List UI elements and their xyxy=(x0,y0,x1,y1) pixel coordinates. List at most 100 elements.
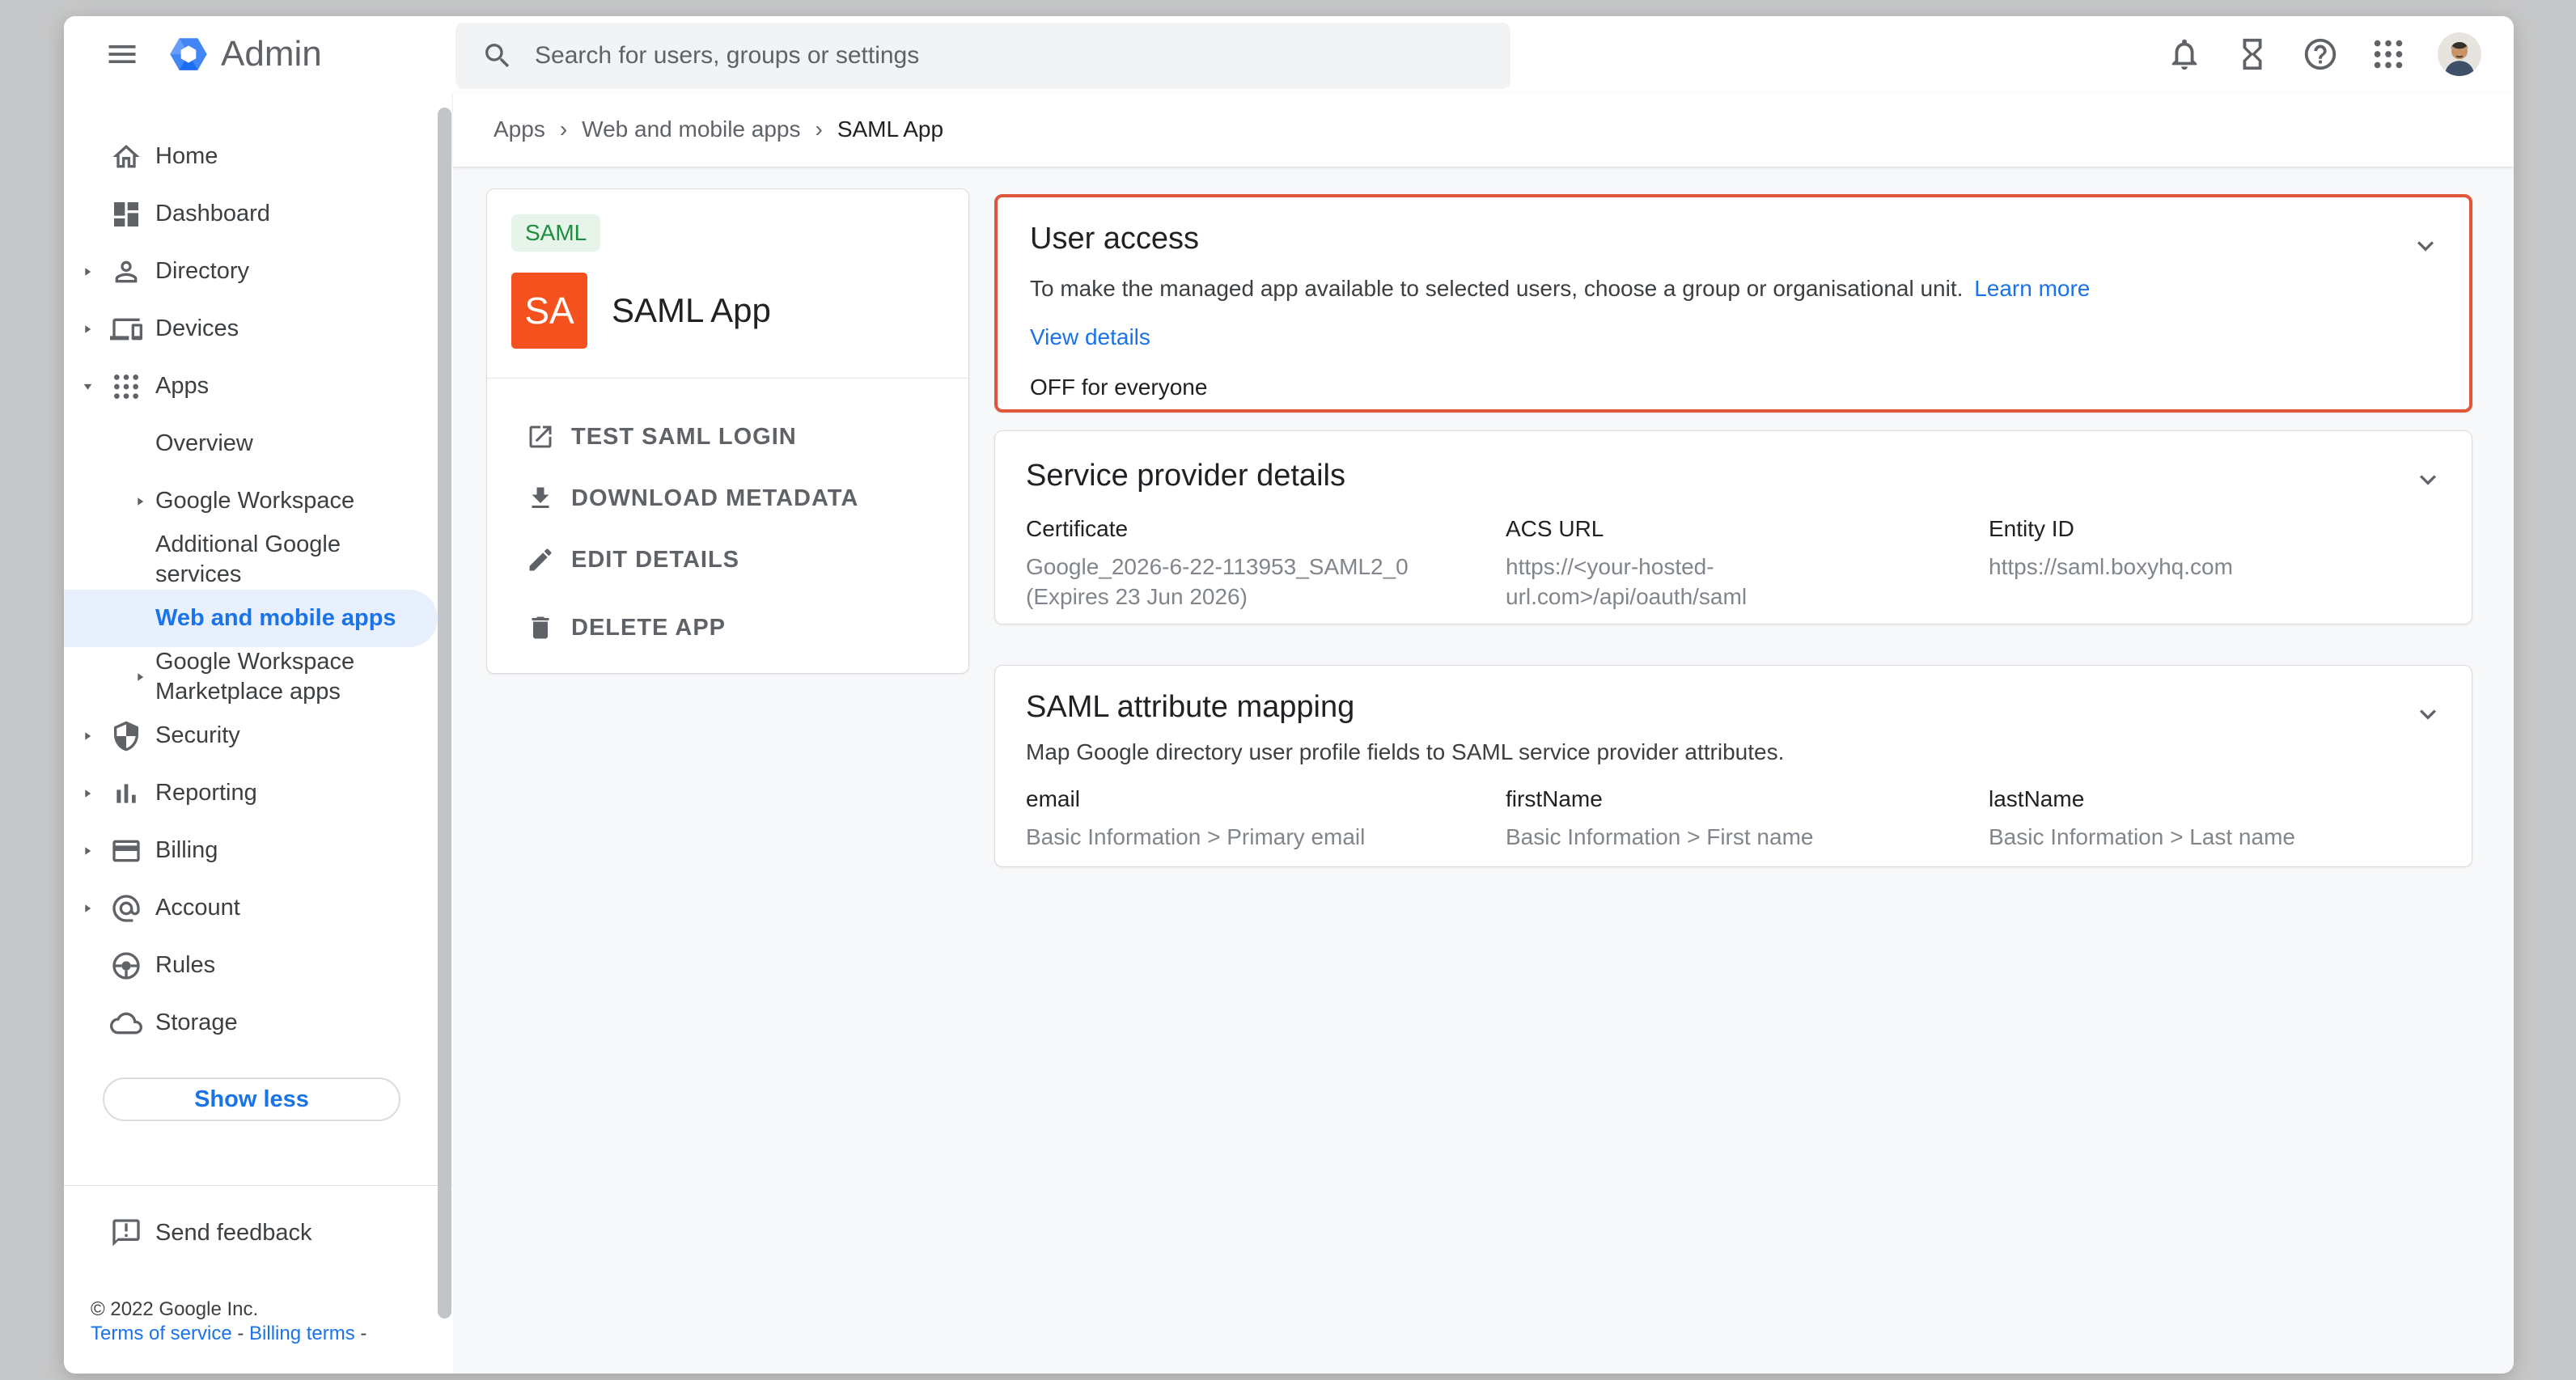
sidebar-item-directory[interactable]: Directory xyxy=(64,243,453,300)
sidebar-item-security[interactable]: Security xyxy=(64,707,453,764)
field-value: Basic Information > Primary email xyxy=(1026,822,1506,852)
reporting-icon xyxy=(110,777,142,810)
expand-attribute-mapping-button[interactable] xyxy=(2412,698,2444,730)
sidebar-divider xyxy=(64,1185,453,1186)
breadcrumb-item-web-and-mobile-apps[interactable]: Web and mobile apps xyxy=(582,116,800,142)
field-value: url.com>/api/oauth/saml xyxy=(1506,582,1989,612)
expand-arrow-icon[interactable] xyxy=(81,322,95,336)
security-icon xyxy=(110,720,142,752)
field-entity-id: Entity ID https://saml.boxyhq.com xyxy=(1989,516,2441,612)
sidebar-item-label: Home xyxy=(155,142,218,171)
sidebar-item-google-workspace-marketplace-apps[interactable]: Google Workspace Marketplace apps xyxy=(64,647,453,707)
collapse-arrow-icon[interactable] xyxy=(81,379,95,393)
notifications-icon[interactable] xyxy=(2166,36,2203,73)
sidebar-item-billing[interactable]: Billing xyxy=(64,822,453,879)
action-label: DELETE APP xyxy=(571,615,726,641)
footer-links: Terms of service - Billing terms - xyxy=(91,1322,453,1346)
apps-icon xyxy=(110,370,142,403)
delete-app-button[interactable]: DELETE APP xyxy=(487,597,968,658)
action-label: DOWNLOAD METADATA xyxy=(571,485,858,512)
sidebar-item-devices[interactable]: Devices xyxy=(64,300,453,358)
search-icon xyxy=(481,40,514,72)
action-label: TEST SAML LOGIN xyxy=(571,424,797,451)
sidebar-item-label: Additional Google services xyxy=(155,530,424,590)
main-content: Apps›Web and mobile apps›SAML App SAML S… xyxy=(453,92,2514,1374)
expand-arrow-icon[interactable] xyxy=(81,729,95,743)
expand-arrow-icon[interactable] xyxy=(133,671,147,684)
test-saml-login-button[interactable]: TEST SAML LOGIN xyxy=(487,406,968,468)
sidebar-item-dashboard[interactable]: Dashboard xyxy=(64,185,453,243)
sidebar-item-overview[interactable]: Overview xyxy=(64,415,453,472)
terms-of-service-link[interactable]: Terms of service xyxy=(91,1323,232,1344)
billing-terms-link[interactable]: Billing terms xyxy=(249,1323,355,1344)
sidebar-item-additional-google-services[interactable]: Additional Google services xyxy=(64,530,453,590)
field-label: Entity ID xyxy=(1989,516,2441,542)
sidebar-item-reporting[interactable]: Reporting xyxy=(64,764,453,822)
sidebar-item-label: Overview xyxy=(155,429,253,459)
chevron-down-icon xyxy=(2420,709,2436,719)
field-label: email xyxy=(1026,786,1506,812)
service-provider-card: Service provider details CertificateGoog… xyxy=(994,430,2472,624)
help-icon[interactable] xyxy=(2302,36,2339,73)
sidebar-item-label: Storage xyxy=(155,1008,238,1038)
field-value: https://saml.boxyhq.com xyxy=(1989,552,2441,582)
delete-icon xyxy=(526,613,555,642)
breadcrumb-separator: › xyxy=(815,116,822,142)
view-details-link[interactable]: View details xyxy=(1030,324,1150,349)
expand-arrow-icon[interactable] xyxy=(81,844,95,857)
sidebar-item-label: Dashboard xyxy=(155,199,270,229)
sidebar-item-web-and-mobile-apps[interactable]: Web and mobile apps xyxy=(64,590,438,647)
sidebar-item-apps[interactable]: Apps xyxy=(64,358,453,415)
app-title: SAML App xyxy=(612,291,771,330)
sidebar-item-rules[interactable]: Rules xyxy=(64,937,453,994)
admin-logo[interactable]: Admin xyxy=(167,16,322,92)
feedback-icon xyxy=(110,1217,142,1249)
expand-service-provider-button[interactable] xyxy=(2412,464,2444,496)
breadcrumb-item-apps[interactable]: Apps xyxy=(494,116,545,142)
download-metadata-button[interactable]: DOWNLOAD METADATA xyxy=(487,468,968,529)
search-input[interactable] xyxy=(535,42,1510,70)
sidebar-item-label: Directory xyxy=(155,256,249,286)
sidebar-item-home[interactable]: Home xyxy=(64,128,453,185)
pending-tasks-icon[interactable] xyxy=(2234,36,2271,73)
account-avatar[interactable] xyxy=(2438,32,2481,76)
expand-arrow-icon[interactable] xyxy=(81,265,95,278)
dashboard-icon xyxy=(110,198,142,231)
app-avatar: SA xyxy=(511,273,587,349)
field-label: lastName xyxy=(1989,786,2441,812)
show-less-button[interactable]: Show less xyxy=(103,1077,400,1121)
expand-user-access-button[interactable] xyxy=(2409,230,2442,262)
sidebar-scrollbar[interactable] xyxy=(438,108,451,1319)
account-icon xyxy=(110,892,142,925)
apps-grid-icon[interactable] xyxy=(2370,36,2407,73)
field-value: Basic Information > First name xyxy=(1506,822,1989,852)
expand-arrow-icon[interactable] xyxy=(133,494,147,508)
header-actions xyxy=(2166,16,2481,92)
saml-badge: SAML xyxy=(511,214,600,252)
field-label: ACS URL xyxy=(1506,516,1989,542)
send-feedback-button[interactable]: Send feedback xyxy=(64,1204,453,1262)
menu-icon[interactable] xyxy=(104,36,140,72)
sidebar-item-label: Billing xyxy=(155,836,218,866)
sidebar-item-account[interactable]: Account xyxy=(64,879,453,937)
expand-arrow-icon[interactable] xyxy=(81,786,95,800)
sidebar-item-label: Google Workspace xyxy=(155,486,354,516)
edit-details-button[interactable]: EDIT DETAILS xyxy=(487,529,968,591)
directory-icon xyxy=(110,256,142,288)
field-lastname: lastNameBasic Information > Last name xyxy=(1989,786,2441,852)
sidebar-item-google-workspace[interactable]: Google Workspace xyxy=(64,472,453,530)
storage-icon xyxy=(110,1007,142,1039)
learn-more-link[interactable]: Learn more xyxy=(1974,276,2090,301)
attribute-mapping-card: SAML attribute mapping Map Google direct… xyxy=(994,665,2472,867)
billing-icon xyxy=(110,835,142,867)
sidebar-footer: © 2022 Google Inc. Terms of service - Bi… xyxy=(91,1297,453,1346)
field-value: (Expires 23 Jun 2026) xyxy=(1026,582,1506,612)
edit-icon xyxy=(526,545,555,574)
search-bar[interactable] xyxy=(455,23,1510,89)
sidebar-item-storage[interactable]: Storage xyxy=(64,994,453,1052)
field-acs-url: ACS URLhttps://<your-hosted-url.com>/api… xyxy=(1506,516,1989,612)
field-label: Certificate xyxy=(1026,516,1506,542)
attribute-mapping-description: Map Google directory user profile fields… xyxy=(1026,739,2441,765)
sidebar-item-label: Rules xyxy=(155,950,215,980)
expand-arrow-icon[interactable] xyxy=(81,901,95,915)
